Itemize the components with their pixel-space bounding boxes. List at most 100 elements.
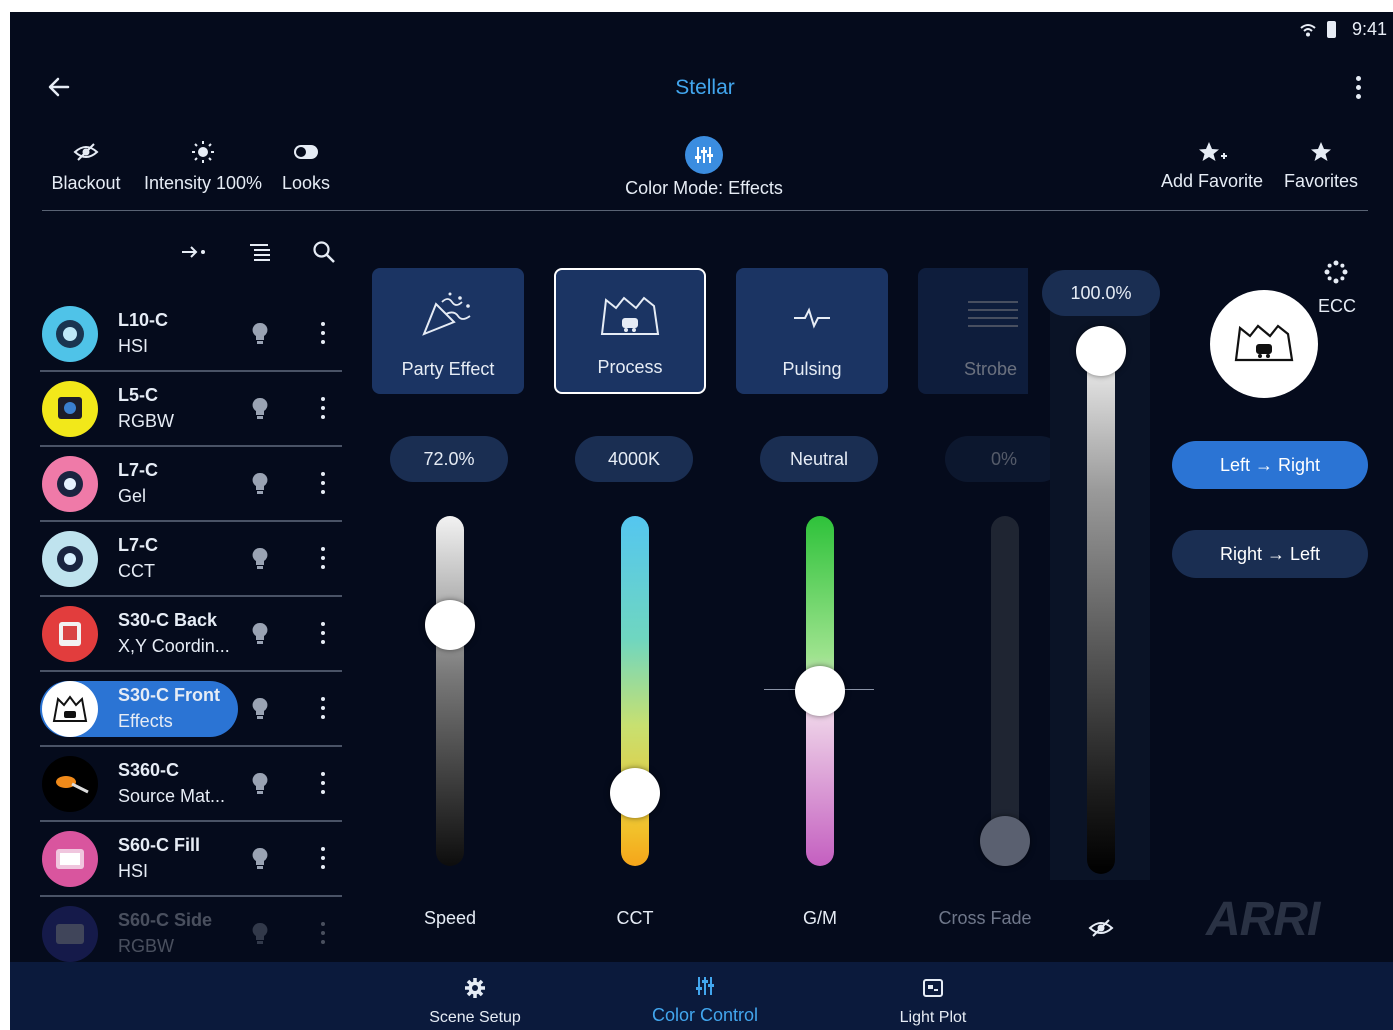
light-plot-tab[interactable]: Light Plot bbox=[878, 976, 988, 1027]
crossfade-slider-knob[interactable] bbox=[980, 816, 1030, 866]
blackout-button[interactable]: Blackout bbox=[46, 142, 126, 194]
speed-slider-knob[interactable] bbox=[425, 600, 475, 650]
crossfade-slider-track[interactable] bbox=[991, 516, 1019, 866]
effect-strobe-label: Strobe bbox=[964, 359, 1018, 379]
fixture-mode: CCT bbox=[118, 561, 155, 581]
fixture-avatar bbox=[42, 606, 98, 662]
bulb-icon[interactable] bbox=[252, 322, 268, 351]
effect-process-label: Process bbox=[597, 357, 663, 377]
eye-off-icon[interactable] bbox=[1088, 918, 1114, 943]
looks-button[interactable]: Looks bbox=[276, 142, 336, 194]
bulb-icon[interactable] bbox=[252, 922, 268, 951]
arri-logo: ARRI bbox=[1206, 893, 1320, 946]
fixture-row[interactable]: L7-C CCT bbox=[40, 523, 342, 595]
fixture-avatar bbox=[42, 306, 98, 362]
intensity-label: Intensity 100% bbox=[143, 173, 263, 193]
fixture-menu-icon[interactable] bbox=[320, 397, 326, 424]
color-control-tab[interactable]: Color Control bbox=[640, 974, 770, 1026]
fixture-row[interactable]: S60-C Fill HSI bbox=[40, 823, 342, 895]
sliders-icon bbox=[696, 977, 714, 995]
intensity-button[interactable]: Intensity 100% bbox=[138, 140, 268, 194]
ecc-settings-icon[interactable] bbox=[1324, 260, 1348, 289]
fixture-avatar bbox=[42, 756, 98, 812]
fixture-menu-icon[interactable] bbox=[320, 772, 326, 799]
fixture-row[interactable]: S360-C Source Mat... bbox=[40, 748, 342, 820]
fixture-menu-icon[interactable] bbox=[320, 922, 326, 949]
bulb-icon[interactable] bbox=[252, 622, 268, 651]
favorites-button[interactable]: Favorites bbox=[1280, 140, 1362, 192]
eye-off-icon bbox=[73, 143, 99, 161]
blackout-label: Blackout bbox=[51, 173, 121, 193]
app-screen: 9:41 Stellar Blackout Intensity 100% Loo… bbox=[10, 12, 1393, 1030]
status-time: 9:41 bbox=[1352, 19, 1388, 39]
row-divider bbox=[40, 745, 342, 747]
search-icon[interactable] bbox=[312, 240, 336, 269]
light-plot-icon bbox=[923, 979, 943, 997]
fixture-row[interactable]: L10-C HSI bbox=[40, 298, 342, 370]
fixture-name: L7-C bbox=[118, 535, 158, 555]
fixture-menu-icon[interactable] bbox=[320, 697, 326, 724]
gm-label: G/M bbox=[803, 908, 837, 928]
effect-pulsing-tile[interactable]: Pulsing bbox=[736, 268, 888, 394]
effect-preview-circle bbox=[1210, 290, 1318, 398]
fixture-menu-icon[interactable] bbox=[320, 847, 326, 874]
intensity-slider-knob[interactable] bbox=[1076, 326, 1126, 376]
fixture-menu-icon[interactable] bbox=[320, 547, 326, 574]
fixture-avatar bbox=[42, 531, 98, 587]
bulb-icon[interactable] bbox=[252, 397, 268, 426]
scene-setup-tab[interactable]: Scene Setup bbox=[415, 976, 535, 1027]
fixture-name: L7-C bbox=[118, 460, 158, 480]
cct-slider-knob[interactable] bbox=[610, 768, 660, 818]
ecc-label: ECC bbox=[1318, 296, 1357, 316]
bulb-icon[interactable] bbox=[252, 697, 268, 726]
row-divider bbox=[40, 670, 342, 672]
arrow-dots-icon[interactable] bbox=[180, 244, 208, 265]
favorites-label: Favorites bbox=[1283, 171, 1359, 191]
app-title: Stellar bbox=[675, 76, 735, 99]
toggle-icon bbox=[294, 145, 318, 159]
effect-pulsing-label: Pulsing bbox=[782, 359, 842, 379]
fixture-name: S360-C bbox=[118, 760, 180, 780]
bulb-icon[interactable] bbox=[252, 772, 268, 801]
left-to-right-button[interactable]: Left → Right bbox=[1172, 441, 1368, 489]
intensity-slider-track[interactable] bbox=[1087, 326, 1115, 874]
effect-party-label: Party Effect bbox=[401, 359, 495, 379]
crossfade-label: Cross Fade bbox=[938, 908, 1032, 928]
cct-value: 4000K bbox=[575, 436, 693, 482]
fixture-row[interactable]: S30-C Back X,Y Coordin... bbox=[40, 598, 342, 670]
bulb-icon[interactable] bbox=[252, 547, 268, 576]
row-divider bbox=[40, 595, 342, 597]
color-mode-button[interactable]: Color Mode: Effects bbox=[604, 136, 804, 199]
bulb-icon[interactable] bbox=[252, 847, 268, 876]
fixture-name: L10-C bbox=[118, 310, 169, 330]
speed-slider-track[interactable] bbox=[436, 516, 464, 866]
speed-value: 72.0% bbox=[390, 436, 508, 482]
fixture-row[interactable]: L5-C RGBW bbox=[40, 373, 342, 445]
effect-party-tile[interactable]: Party Effect bbox=[372, 268, 524, 394]
intensity-value: 100.0% bbox=[1042, 270, 1160, 316]
bulb-icon[interactable] bbox=[252, 472, 268, 501]
effect-strobe-tile[interactable]: Strobe bbox=[918, 268, 1028, 394]
sliders-icon bbox=[685, 136, 723, 174]
toolbar-divider bbox=[42, 210, 1368, 211]
sort-list-icon[interactable] bbox=[248, 242, 272, 269]
fixture-avatar bbox=[42, 681, 98, 737]
fixture-menu-icon[interactable] bbox=[320, 622, 326, 649]
fixture-row[interactable]: L7-C Gel bbox=[40, 448, 342, 520]
star-plus-icon bbox=[1199, 142, 1227, 161]
right-to-left-button[interactable]: Right → Left bbox=[1172, 530, 1368, 578]
add-favorite-button[interactable]: Add Favorite bbox=[1156, 140, 1268, 192]
fixture-row[interactable]: S60-C Side RGBW bbox=[40, 898, 342, 962]
fixture-menu-icon[interactable] bbox=[320, 472, 326, 499]
overflow-menu-icon[interactable] bbox=[1356, 76, 1362, 99]
fixture-row-selected[interactable]: S30-C Front Effects bbox=[40, 673, 342, 745]
fixture-mode: RGBW bbox=[118, 411, 174, 431]
fixture-menu-icon[interactable] bbox=[320, 322, 326, 349]
wifi-icon bbox=[1300, 22, 1316, 43]
gm-value: Neutral bbox=[760, 436, 878, 482]
gm-slider-knob[interactable] bbox=[795, 666, 845, 716]
fixture-avatar bbox=[42, 456, 98, 512]
fixture-name: S60-C Side bbox=[118, 910, 213, 930]
effect-process-tile[interactable]: Process bbox=[554, 268, 706, 394]
strobe-lines-icon bbox=[968, 301, 1018, 327]
